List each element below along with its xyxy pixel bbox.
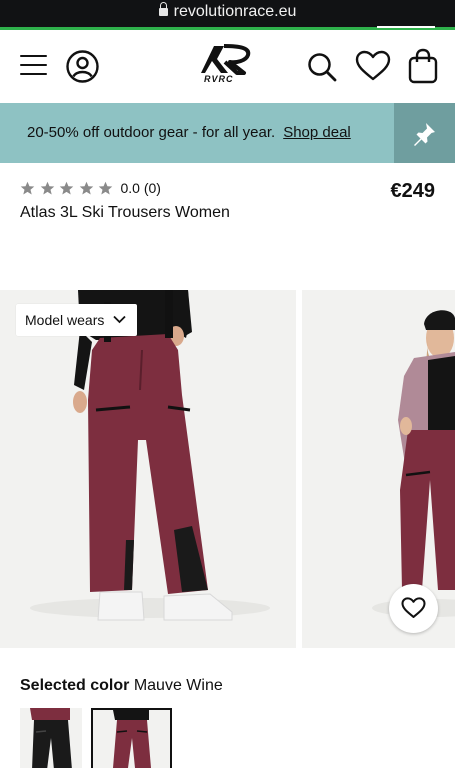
shop-deal-link[interactable]: Shop deal	[283, 124, 351, 141]
product-image-front[interactable]	[0, 290, 296, 648]
selected-color-row: Selected color Mauve Wine	[20, 677, 223, 695]
site-header: RVRC	[0, 30, 455, 103]
product-rating[interactable]: 0.0 (0)	[20, 179, 161, 197]
model-wears-label: Model wears	[25, 312, 105, 328]
pin-icon	[414, 123, 435, 146]
swatch-black[interactable]	[20, 708, 82, 768]
browser-url-bar[interactable]: revolutionrace.eu	[0, 0, 455, 30]
url-display[interactable]: revolutionrace.eu	[0, 2, 455, 21]
heart-icon[interactable]	[355, 50, 391, 87]
product-title: Atlas 3L Ski Trousers Women	[20, 204, 230, 221]
search-icon[interactable]	[307, 52, 337, 87]
star-icon	[79, 181, 93, 194]
lock-icon	[158, 2, 168, 16]
product-price: €249	[390, 180, 436, 202]
star-icon	[59, 181, 74, 194]
tab-indicator	[377, 26, 435, 28]
star-icon	[98, 181, 113, 194]
selected-color-value: Mauve Wine	[133, 677, 223, 694]
menu-icon[interactable]	[20, 55, 47, 77]
swatch-mauve-wine[interactable]	[91, 708, 172, 768]
wishlist-button[interactable]	[389, 584, 438, 633]
product-gallery[interactable]: Model wears	[0, 290, 455, 648]
selected-color-label: Selected color	[20, 677, 130, 694]
heart-icon	[401, 597, 426, 618]
promo-banner: 20-50% off outdoor gear - for all year. S…	[0, 103, 455, 163]
rating-value: 0.0 (0)	[120, 180, 161, 196]
pin-button[interactable]	[394, 103, 455, 163]
url-text: revolutionrace.eu	[173, 3, 297, 20]
bag-icon[interactable]	[408, 48, 438, 89]
star-icon	[20, 181, 35, 194]
promo-text-row: 20-50% off outdoor gear - for all year. S…	[27, 124, 351, 141]
chevron-down-icon	[113, 315, 126, 324]
promo-text: 20-50% off outdoor gear - for all year.	[27, 124, 276, 141]
model-wears-dropdown[interactable]: Model wears	[16, 304, 137, 336]
logo-text: RVRC	[204, 74, 234, 84]
account-icon[interactable]	[66, 50, 99, 88]
star-icon	[40, 181, 54, 194]
